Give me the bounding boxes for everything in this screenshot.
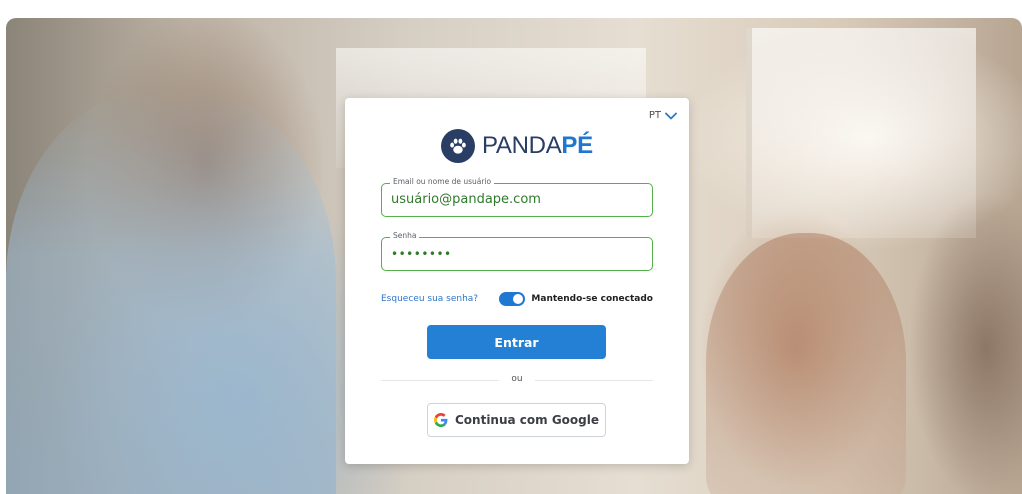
- brand-name-part2: PÉ: [561, 132, 593, 159]
- language-selector[interactable]: PT: [649, 110, 677, 121]
- chevron-down-icon: [665, 112, 677, 119]
- password-input[interactable]: ••••••••: [391, 247, 644, 261]
- brand-name-part1: PANDA: [482, 132, 562, 159]
- login-button[interactable]: Entrar: [427, 325, 606, 359]
- language-code: PT: [648, 110, 661, 121]
- keep-connected-label: Mantendo-se conectado: [531, 294, 653, 304]
- email-label: Email ou nome de usuário: [390, 177, 495, 186]
- keep-connected-toggle[interactable]: [499, 292, 526, 306]
- or-divider: ou: [381, 373, 653, 387]
- google-g-icon: [433, 413, 448, 427]
- google-signin-label: Continua com Google: [454, 413, 600, 427]
- email-input[interactable]: usuário@pandape.com: [391, 192, 644, 207]
- brand-logo: PANDAPÉ: [441, 129, 593, 163]
- background-person: [6, 88, 336, 494]
- background-person: [706, 233, 906, 494]
- email-field[interactable]: Email ou nome de usuário usuário@pandape…: [381, 177, 653, 217]
- forgot-password-link[interactable]: Esqueceu sua senha?: [381, 294, 478, 304]
- login-card: PT PANDAPÉ Email ou nome de usuário usuá…: [345, 98, 689, 464]
- password-field[interactable]: Senha ••••••••: [381, 231, 653, 271]
- logo-badge: [441, 129, 475, 163]
- divider-text: ou: [511, 374, 523, 384]
- keep-connected[interactable]: Mantendo-se conectado: [499, 292, 653, 306]
- google-signin-button[interactable]: Continua com Google: [427, 403, 606, 437]
- divider-line: [535, 380, 653, 381]
- paw-icon: [450, 138, 466, 154]
- brand-name: PANDAPÉ: [482, 132, 593, 160]
- background-window: [746, 28, 976, 238]
- password-label: Senha: [390, 231, 420, 240]
